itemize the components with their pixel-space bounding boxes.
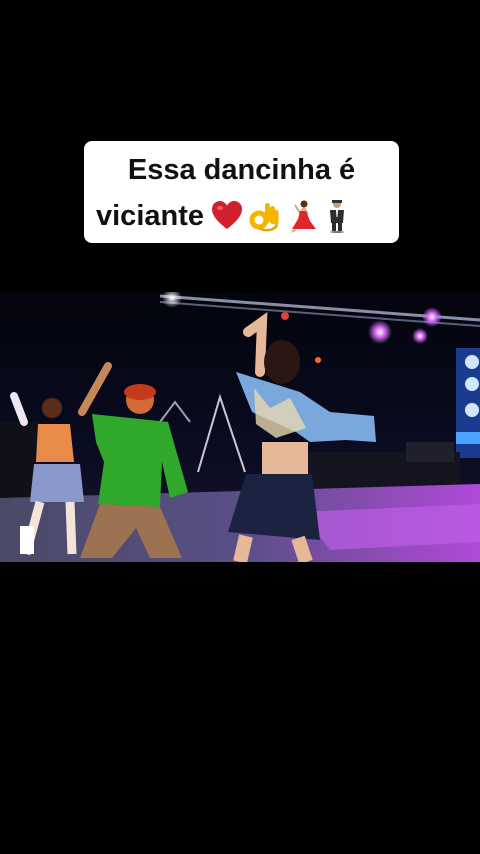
man-in-suit-levitating-icon (324, 199, 356, 233)
caption-line-2-text: viciante (96, 200, 204, 232)
red-heart-icon (210, 199, 242, 233)
dancer-woman-icon (286, 199, 318, 233)
caption-box: Essa dancinha é viciante (84, 141, 399, 243)
video-frame[interactable] (0, 292, 480, 562)
ok-hand-icon (248, 199, 280, 233)
dance-stage-scene (0, 292, 480, 562)
caption-line-1: Essa dancinha é (127, 154, 356, 186)
caption-line-2: viciante (96, 199, 356, 233)
